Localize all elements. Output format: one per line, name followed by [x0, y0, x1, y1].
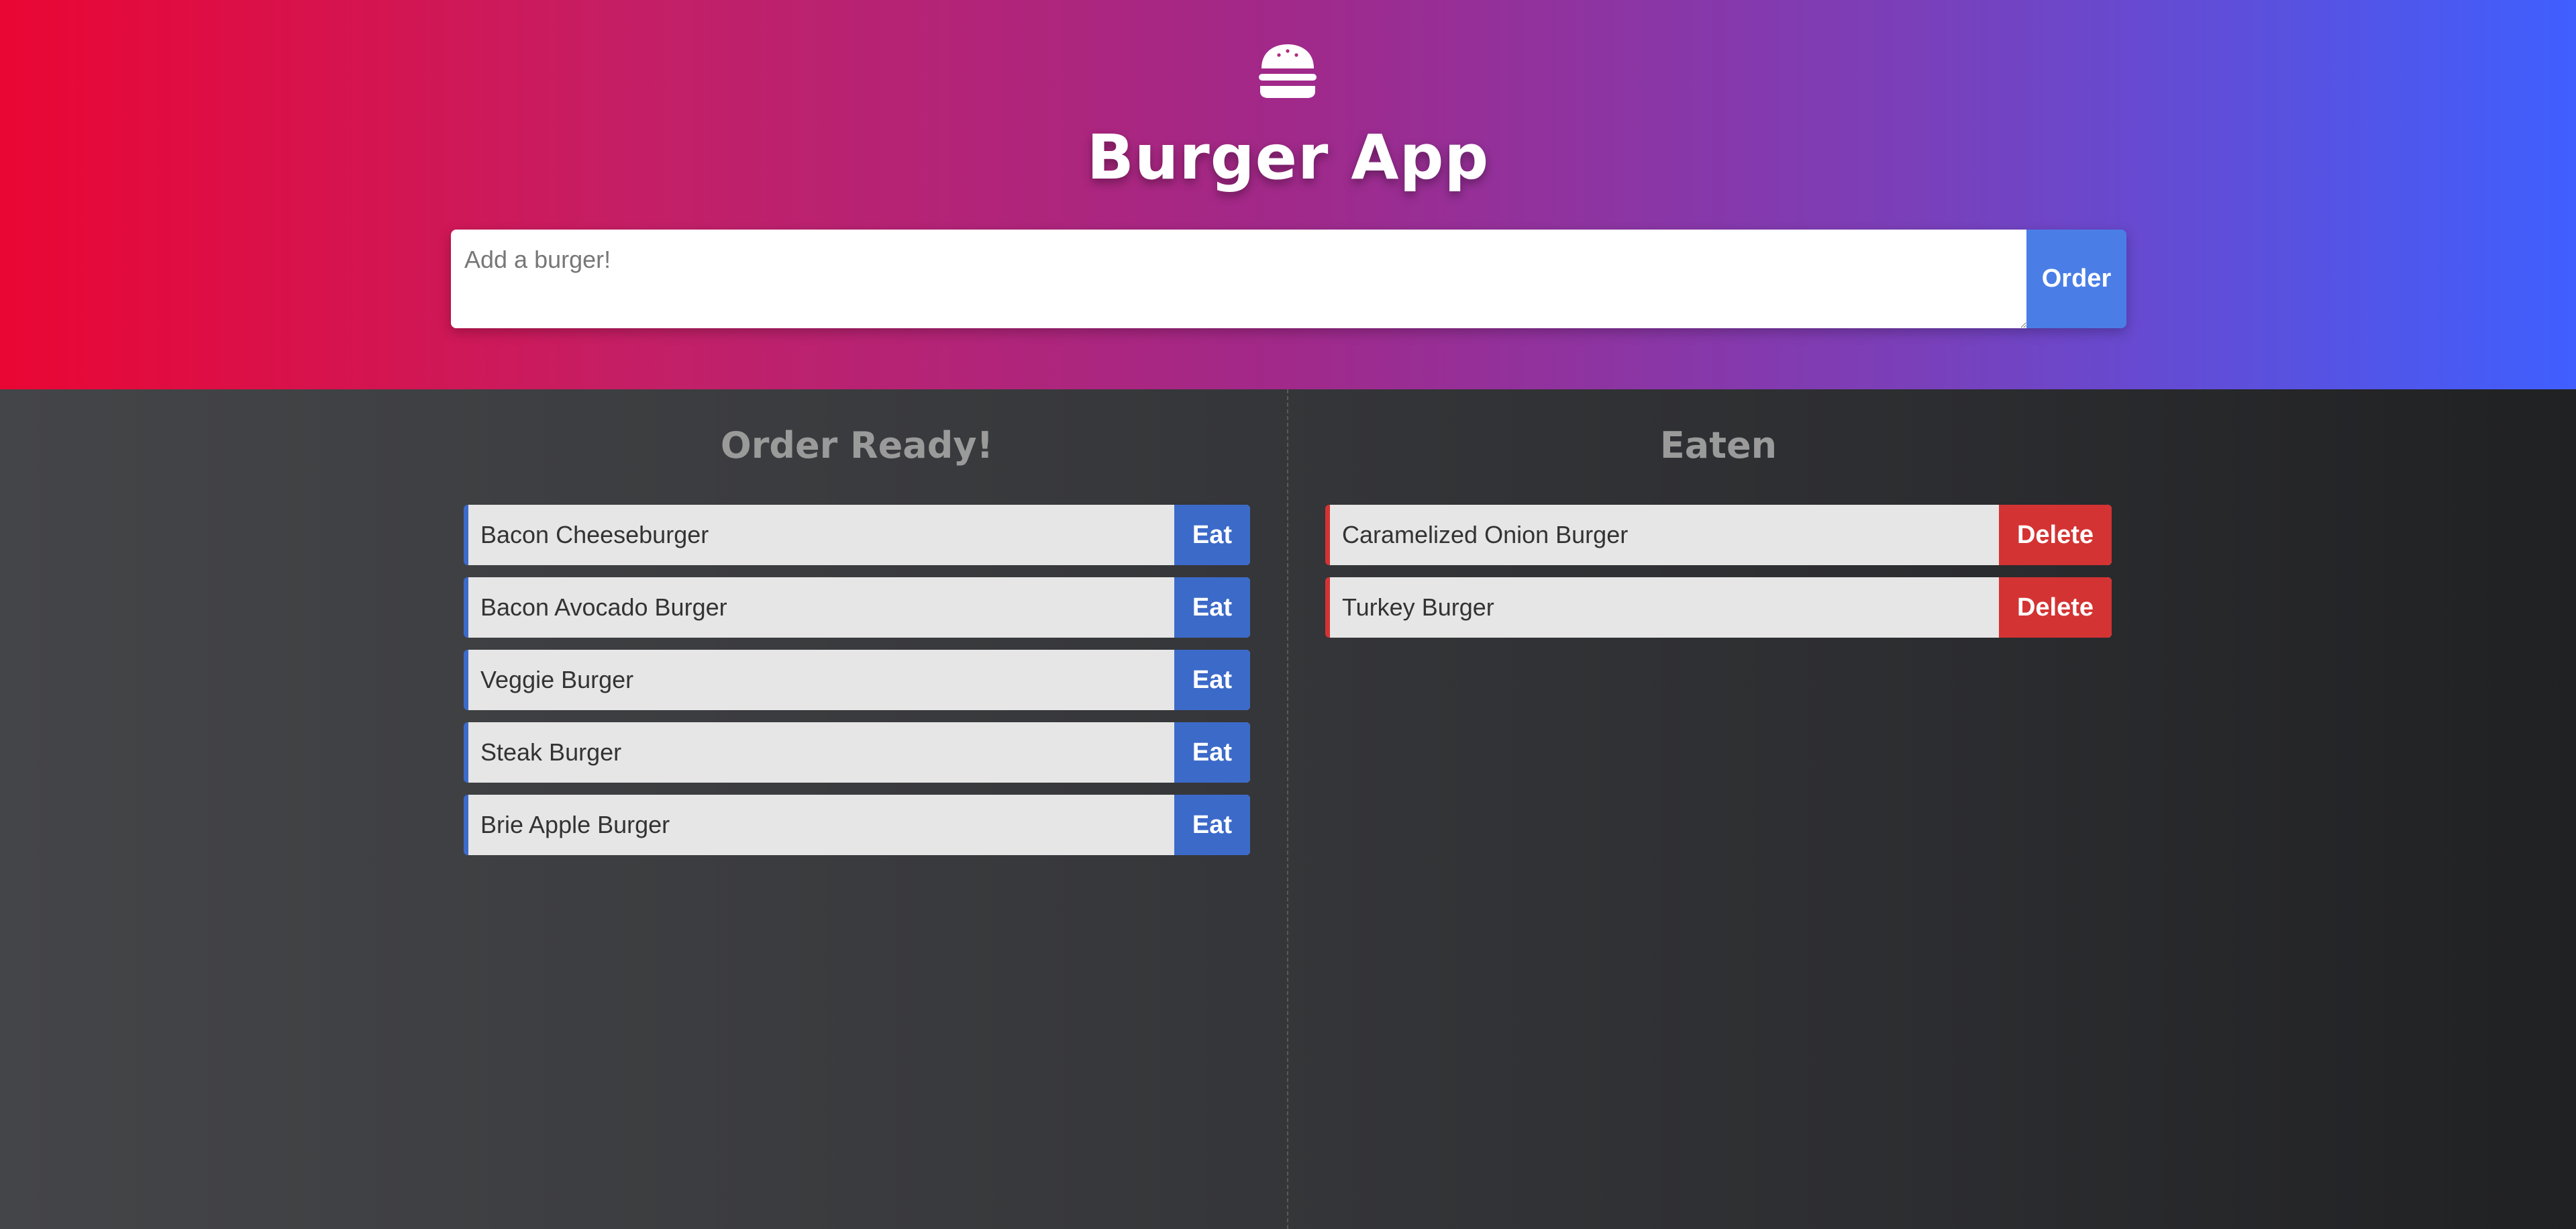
eat-button[interactable]: Eat: [1174, 722, 1250, 783]
ready-column-title: Order Ready!: [720, 424, 994, 466]
eat-button[interactable]: Eat: [1174, 650, 1250, 710]
eaten-column-title: Eaten: [1659, 424, 1778, 466]
eaten-list-item: Caramelized Onion Burger Delete: [1325, 505, 2112, 565]
ready-list-item: Bacon Cheeseburger Eat: [464, 505, 1250, 565]
order-button[interactable]: Order: [2026, 230, 2126, 328]
order-form: Order: [451, 230, 2126, 328]
eaten-list-item: Turkey Burger Delete: [1325, 577, 2112, 638]
burger-name: Veggie Burger: [480, 666, 634, 693]
burger-name: Brie Apple Burger: [480, 811, 670, 838]
eaten-list: Caramelized Onion Burger Delete Turkey B…: [1325, 505, 2112, 650]
burger-name: Steak Burger: [480, 738, 622, 766]
header: Burger App Order: [0, 0, 2576, 389]
column-divider: [1287, 389, 1288, 1229]
delete-button[interactable]: Delete: [1999, 505, 2112, 565]
main-content: Order Ready! Eaten Bacon Cheeseburger Ea…: [0, 389, 2576, 1229]
hamburger-icon: [1259, 44, 1317, 98]
burger-name: Bacon Avocado Burger: [480, 593, 727, 621]
page-title: Burger App: [1086, 121, 1490, 193]
ready-list: Bacon Cheeseburger Eat Bacon Avocado Bur…: [464, 505, 1250, 867]
burger-name: Bacon Cheeseburger: [480, 521, 709, 548]
burger-name: Caramelized Onion Burger: [1342, 521, 1629, 548]
eat-button[interactable]: Eat: [1174, 577, 1250, 638]
eat-button[interactable]: Eat: [1174, 795, 1250, 855]
burger-name: Turkey Burger: [1342, 593, 1494, 621]
ready-list-item: Veggie Burger Eat: [464, 650, 1250, 710]
burger-input[interactable]: [451, 230, 2026, 328]
delete-button[interactable]: Delete: [1999, 577, 2112, 638]
eat-button[interactable]: Eat: [1174, 505, 1250, 565]
ready-list-item: Brie Apple Burger Eat: [464, 795, 1250, 855]
ready-list-item: Bacon Avocado Burger Eat: [464, 577, 1250, 638]
ready-list-item: Steak Burger Eat: [464, 722, 1250, 783]
